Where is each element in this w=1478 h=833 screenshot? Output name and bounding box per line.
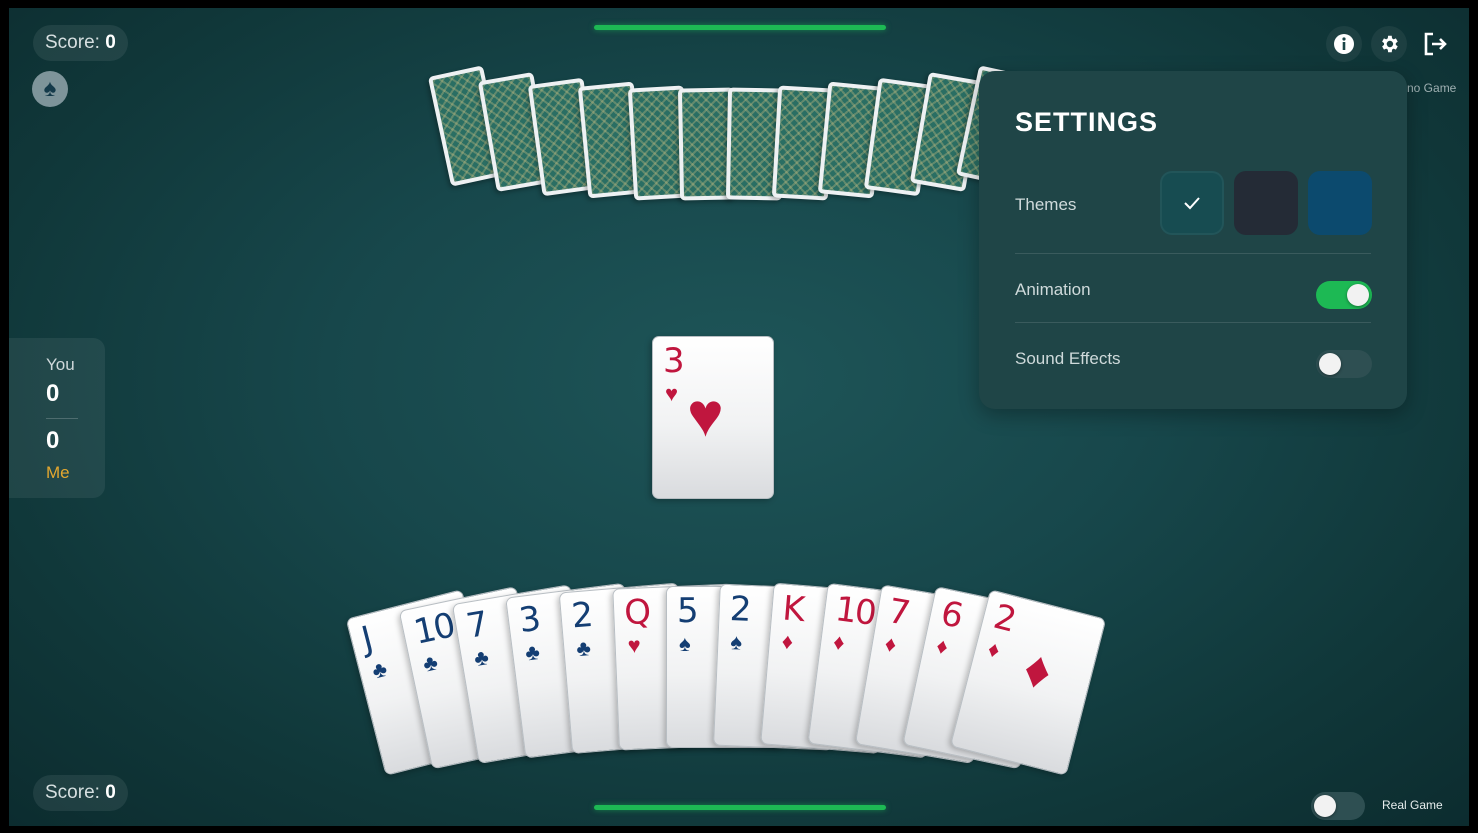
card-suit-icon: ♦ (883, 630, 899, 657)
real-game-toggle[interactable] (1311, 792, 1365, 820)
opponent-turn-progress (594, 25, 886, 30)
settings-title: SETTINGS (1015, 107, 1159, 137)
sound-effects-toggle[interactable] (1316, 350, 1372, 378)
card-suit-icon: ♥ (627, 632, 642, 659)
toggle-knob (1319, 353, 1341, 375)
me-label: Me (46, 463, 70, 482)
card-suit-icon: ♦ (831, 629, 847, 656)
card-suit-icon: ♦ (934, 632, 951, 660)
card-rank: 5 (677, 591, 699, 631)
card-rank: J (357, 618, 376, 660)
card-suit-icon: ♦ (985, 635, 1003, 663)
me-score: 0 (46, 427, 60, 454)
card-rank: 7 (885, 590, 912, 634)
settings-divider (1015, 322, 1371, 323)
card-rank: 7 (463, 603, 490, 647)
theme-swatch-dark[interactable] (1234, 171, 1298, 235)
score-value: 0 (105, 32, 116, 53)
card-suit-icon: ♣ (523, 639, 542, 666)
card-suit-icon: ♠ (729, 629, 743, 655)
progress-fill (594, 25, 886, 30)
score-label: Score: (45, 32, 100, 53)
settings-divider (1015, 253, 1371, 254)
settings-panel: SETTINGS Themes Animation Sound Effects (979, 71, 1407, 409)
round-scoreboard: You 0 0 Me (9, 338, 105, 498)
card-rank: 2 (728, 589, 751, 631)
real-game-label: Real Game (1382, 798, 1443, 812)
card-rank: 2 (570, 595, 593, 637)
gear-icon[interactable] (1371, 26, 1407, 62)
player-score-pill: Score: 0 (33, 775, 128, 811)
card-suit-icon: ♠ (679, 631, 691, 656)
progress-fill (594, 805, 886, 810)
card-suit-icon: ♣ (369, 655, 390, 684)
scoreboard-divider (46, 418, 78, 419)
score-value: 0 (105, 782, 116, 803)
card-suit-icon: ♣ (472, 643, 491, 671)
theme-swatch-blue[interactable] (1308, 171, 1372, 235)
heart-icon: ♥ (665, 381, 679, 406)
opponent-score-pill: Score: 0 (33, 25, 128, 61)
card-rank: 6 (937, 592, 965, 637)
score-label: Score: (45, 782, 100, 803)
card-rank: Q (623, 592, 650, 634)
you-label: You (46, 355, 75, 374)
toggle-knob (1347, 284, 1369, 306)
card-pip-icon: ♦ (1017, 638, 1058, 702)
you-score: 0 (46, 380, 60, 407)
played-card: 3 ♥ ♥ (652, 336, 774, 499)
check-icon (1184, 197, 1200, 210)
game-table: Score: 0 ♠ no Game You 0 0 Me 3 ♥ ♥ J♣♣1… (9, 8, 1469, 826)
card-rank: 3 (663, 341, 685, 381)
card-rank: 2 (989, 596, 1019, 640)
toggle-knob (1314, 795, 1336, 817)
card-suit-icon: ♣ (575, 635, 592, 662)
player-turn-progress (594, 805, 886, 810)
card-rank: 10 (410, 605, 458, 653)
animation-toggle[interactable] (1316, 281, 1372, 309)
game-mode-label: no Game (1407, 81, 1457, 95)
card-suit-icon: ♣ (420, 649, 441, 677)
heart-icon: ♥ (687, 381, 724, 450)
card-rank: 3 (516, 599, 542, 642)
theme-swatch-teal[interactable] (1160, 171, 1224, 235)
card-rank: 10 (833, 589, 878, 634)
exit-icon[interactable] (1417, 26, 1453, 62)
spade-icon: ♠ (32, 71, 68, 107)
card-rank: K (780, 588, 805, 631)
info-icon[interactable] (1326, 26, 1362, 62)
card-suit-icon: ♦ (780, 628, 795, 655)
